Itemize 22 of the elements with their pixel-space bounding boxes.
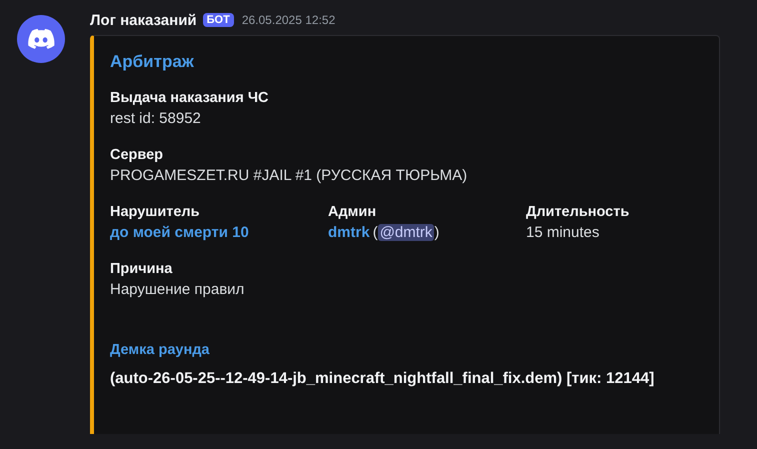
field-link[interactable]: Демка раунда (110, 342, 210, 358)
field-name: Причина (110, 261, 172, 277)
user-link[interactable]: до моей смерти 10 (110, 224, 249, 241)
field-name: Нарушитель (110, 204, 200, 220)
author-name[interactable]: Лог наказаний (90, 12, 197, 28)
bot-badge: БОТ (202, 13, 234, 27)
field-value: ( (372, 224, 378, 241)
embed-title[interactable]: Арбитраж (110, 52, 703, 72)
field-name: Выдача наказания ЧС (110, 90, 268, 106)
field-value: 15 minutes (526, 224, 600, 241)
bot-avatar-icon[interactable] (17, 15, 65, 63)
timestamp: 26.05.2025 12:52 (242, 13, 336, 27)
field-value: Нарушение правил (110, 281, 244, 298)
field-value: ) (434, 224, 440, 241)
field-value: PROGAMESZET.RU #JAIL #1 (РУССКАЯ ТЮРЬМА) (110, 167, 468, 184)
field-value: (auto-26-05-25--12-49-14-jb_minecraft_nightfall_final_fix.dem) [тик: 12144] (110, 370, 654, 388)
field-name: Сервер (110, 147, 164, 163)
field-value: rest id: 58952 (110, 110, 201, 127)
field-name: Админ (328, 204, 376, 220)
user-mention[interactable]: @dmtrk (378, 224, 434, 241)
user-link[interactable]: dmtrk (328, 224, 370, 241)
field-name: Длительность (526, 204, 630, 220)
